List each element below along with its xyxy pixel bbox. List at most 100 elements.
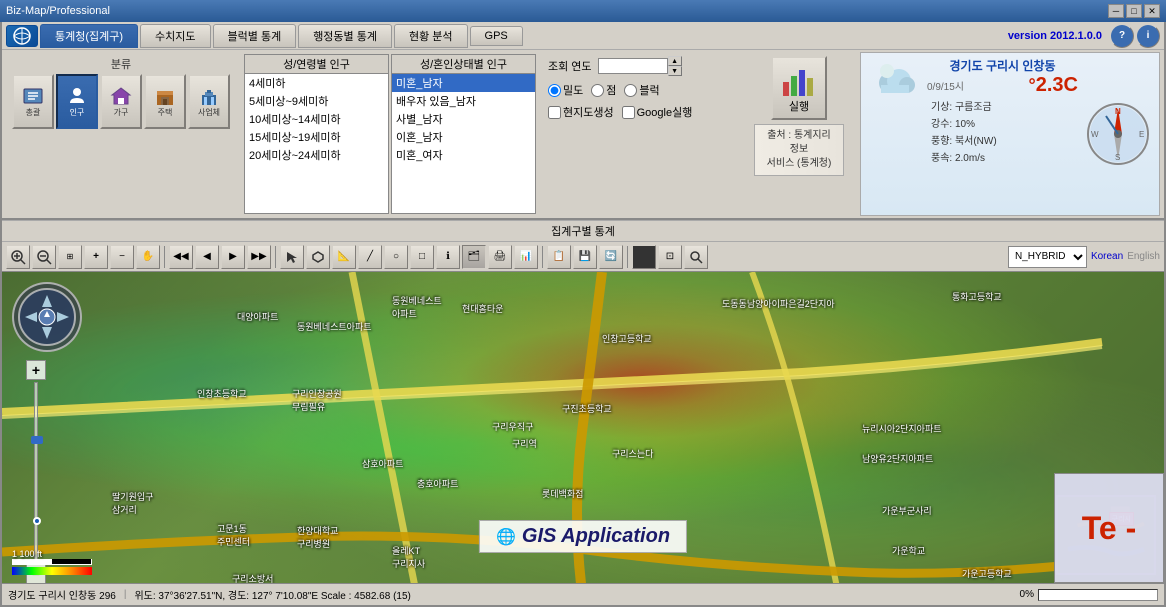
app-title: Biz-Map/Professional [6,5,110,17]
btn-business[interactable]: 사업체 [188,74,230,129]
right-list-body: 미혼_남자 배우자 있음_남자 사별_남자 이혼_남자 미혼_여자 [392,74,535,213]
select-btn[interactable] [280,245,304,269]
compass: N S W E [1086,102,1151,167]
sub-btn[interactable]: − [110,245,134,269]
list-item[interactable]: 4세미하 [245,74,388,92]
maximize-button[interactable]: □ [1126,4,1142,18]
lang-english[interactable]: English [1127,251,1160,262]
execute-button[interactable]: 실행 [771,56,827,120]
wind-dir-label: 풍향: 북서(NW) [931,132,997,147]
map-toolbar: ⊞ + − ✋ ◀◀ ◀ ▶ ▶▶ 📐 ╱ ○ □ ℹ 🗂 🖨 📊 📋 💾 🔄 … [2,242,1164,272]
zoom-point [33,517,41,525]
zoom-in-btn[interactable] [6,245,30,269]
category-label: 분류 [8,56,234,72]
te-panel: Te - [1054,473,1164,583]
nav-circle[interactable] [12,282,82,352]
spin-down[interactable]: ▼ [668,66,682,76]
search-map-btn[interactable] [684,245,708,269]
line-btn[interactable]: ╱ [358,245,382,269]
help-icon[interactable]: ? [1110,24,1134,48]
weather-details: 기상: 구름조금 강수: 10% 풍향: 북서(NW) 풍속: 2.0m/s [927,97,1078,165]
zoom-out-btn[interactable] [32,245,56,269]
year-input[interactable]: 2005 [598,58,668,74]
print-btn[interactable]: 🖨 [488,245,512,269]
list-item[interactable]: 15세미상~19세미하 [245,128,388,146]
btn-population[interactable]: 인구 [56,74,98,129]
year-spinner[interactable]: 2005 ▲ ▼ [598,56,682,76]
list-item[interactable]: 20세미상~24세미하 [245,146,388,164]
zoom-in-button[interactable]: + [26,360,46,380]
version-info: version 2012.1.0.0 [1008,30,1102,42]
toolbar-separator [164,246,165,268]
next-btn[interactable]: ▶ [221,245,245,269]
close-button[interactable]: ✕ [1144,4,1160,18]
polygon-btn[interactable] [306,245,330,269]
refresh-btn[interactable]: 🔄 [599,245,623,269]
list-item[interactable]: 미혼_여자 [392,146,535,164]
lang-korean[interactable]: Korean [1091,251,1123,262]
svg-text:W: W [1091,130,1099,139]
list-item[interactable]: 사별_남자 [392,110,535,128]
toolbar-separator-2 [275,246,276,268]
full-extent-btn[interactable]: ⊞ [58,245,82,269]
gis-label: 🌐 GIS Application [479,520,687,553]
spin-up[interactable]: ▲ [668,56,682,66]
btn-household[interactable]: 가구 [100,74,142,129]
legend-btn[interactable]: 📋 [547,245,571,269]
year-control: 조회 연도 2005 ▲ ▼ [548,56,740,76]
rect-btn[interactable]: □ [410,245,434,269]
info-map-btn[interactable]: ℹ [436,245,460,269]
zoom-track[interactable] [34,382,38,562]
pan-btn[interactable]: ✋ [136,245,160,269]
prev2-btn[interactable]: ◀ [195,245,219,269]
svg-text:E: E [1139,130,1144,139]
map-area[interactable]: 현대홈타운 동원베네스트아파트 대양아파트 구리인창공원무림필유 삼호아파트 도… [2,272,1164,583]
list-item[interactable]: 배우자 있음_남자 [392,92,535,110]
list-item[interactable]: 이혼_남자 [392,128,535,146]
prev-btn[interactable]: ◀◀ [169,245,193,269]
execute-label: 실행 [789,98,809,114]
save-btn[interactable]: 💾 [573,245,597,269]
weather-location: 경기도 구리시 인창동 [927,57,1078,74]
title-bar: Biz-Map/Professional ─ □ ✕ [0,0,1166,22]
next2-btn[interactable]: ▶▶ [247,245,271,269]
zoom-thumb[interactable] [31,436,43,444]
border-btn[interactable]: ⊡ [658,245,682,269]
add-btn[interactable]: + [84,245,108,269]
minimize-button[interactable]: ─ [1108,4,1124,18]
measure-btn[interactable]: 📐 [332,245,356,269]
radio-block[interactable]: 블럭 [624,82,659,98]
radio-point[interactable]: 점 [591,82,616,98]
list-item[interactable]: 10세미상~14세미하 [245,110,388,128]
radio-density[interactable]: 밀도 [548,82,583,98]
tab-gps[interactable]: GPS [470,26,523,46]
tab-block-stats[interactable]: 블럭별 통계 [213,24,297,48]
btn-housing[interactable]: 주택 [144,74,186,129]
stats-panel: 분류 총괄 인구 가구 주택 [2,50,1164,220]
excel-btn[interactable]: 📊 [514,245,538,269]
weather-temp: °2.3C [1029,74,1078,97]
left-list-body: 4세미하 5세미상~9세미하 10세미상~14세미하 15세미상~19세미하 2… [245,74,388,213]
scale-bar: 1 100 ft [12,549,92,575]
bg-color-btn[interactable] [632,245,656,269]
info-icon[interactable]: i [1136,24,1160,48]
tab-statistics[interactable]: 통계청(집계구) [40,24,138,48]
tab-admin-stats[interactable]: 행정동별 통계 [298,24,392,48]
tab-status-analysis[interactable]: 현황 분석 [394,24,468,48]
spin-arrows[interactable]: ▲ ▼ [668,56,682,76]
list-item[interactable]: 5세미상~9세미하 [245,92,388,110]
checkbox-local[interactable]: 현지도생성 [548,104,614,120]
app-logo[interactable] [6,25,38,47]
layer-btn[interactable]: 🗂 [462,245,486,269]
source-info: 출처 : 통계지리정보서비스 (통계청) [754,124,844,176]
tab-numeric-map[interactable]: 수치지도 [140,24,210,48]
map-type-select[interactable]: N_HYBRID N_MAP SATELLITE [1008,246,1087,268]
list-item[interactable]: 미혼_남자 [392,74,535,92]
location-status: 경기도 구리시 인창동 296 [8,587,116,602]
checkbox-google[interactable]: Google실행 [622,104,693,120]
circle-btn[interactable]: ○ [384,245,408,269]
checkbox-group: 현지도생성 Google실행 [548,104,740,120]
source-label: 출처 : 통계지리정보서비스 (통계청) [767,130,832,169]
main-window: 통계청(집계구) 수치지도 블럭별 통계 행정동별 통계 현황 분석 GPS v… [0,22,1166,607]
btn-total[interactable]: 총괄 [12,74,54,129]
